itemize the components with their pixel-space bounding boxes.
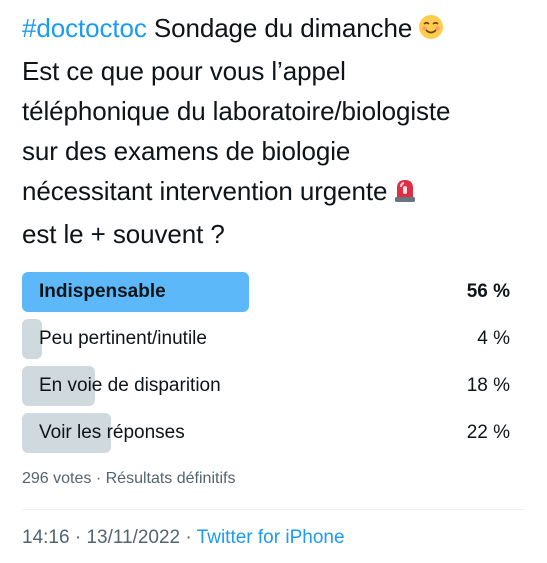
vote-count: 296 votes [22, 470, 92, 487]
poll-option-indispensable: Indispensable 56 % [22, 272, 510, 312]
poll-option-voir-reponses: Voir les réponses 22 % [22, 413, 510, 453]
poll-option-peu-pertinent: Peu pertinent/inutile 4 % [22, 319, 510, 359]
poll-option-percent: 56 % [466, 281, 510, 302]
poll-status: Résultats définitifs [105, 470, 236, 487]
poll-option-en-voie: En voie de disparition 18 % [22, 366, 510, 406]
tweet-source-link[interactable]: Twitter for iPhone [197, 527, 345, 548]
poll-option-label: Peu pertinent/inutile [39, 328, 207, 349]
relieved-face-icon [418, 11, 444, 51]
tweet-line-4: sur des examens de biologie [22, 136, 351, 166]
poll-option-percent: 18 % [466, 375, 510, 396]
separator: · [69, 527, 87, 548]
poll-option-label: Indispensable [39, 281, 166, 302]
tweet-line-1-text: Sondage du dimanche [146, 13, 413, 43]
hashtag-link[interactable]: #doctoctoc [22, 13, 147, 43]
tweet-line-2: Est ce que pour vous l’appel [22, 56, 346, 86]
tweet-date[interactable]: 13/11/2022 [86, 527, 180, 548]
tweet-text: #doctoctoc Sondage du dimanche Est ce qu… [22, 8, 532, 254]
divider [22, 509, 525, 510]
police-car-light-icon [393, 174, 417, 214]
tweet-line-6: est le + souvent ? [22, 219, 225, 249]
poll-option-percent: 4 % [477, 328, 510, 349]
tweet-time[interactable]: 14:16 [22, 527, 70, 548]
tweet-line-3: téléphonique du laboratoire/biologiste [22, 96, 451, 126]
poll: Indispensable 56 % Peu pertinent/inutile… [22, 272, 510, 460]
poll-option-label: En voie de disparition [39, 375, 221, 396]
separator: · [180, 527, 197, 548]
poll-option-label: Voir les réponses [39, 422, 185, 443]
tweet-line-5: nécessitant intervention urgente [22, 171, 532, 214]
poll-option-percent: 22 % [466, 422, 510, 443]
poll-summary: 296 votes · Résultats définitifs [22, 470, 235, 488]
tweet-line-1: #doctoctoc Sondage du dimanche [22, 8, 532, 51]
tweet-line-5-text: nécessitant intervention urgente [22, 176, 388, 206]
tweet-meta: 14:16 · 13/11/2022 · Twitter for iPhone [22, 527, 345, 549]
separator: · [91, 470, 106, 487]
